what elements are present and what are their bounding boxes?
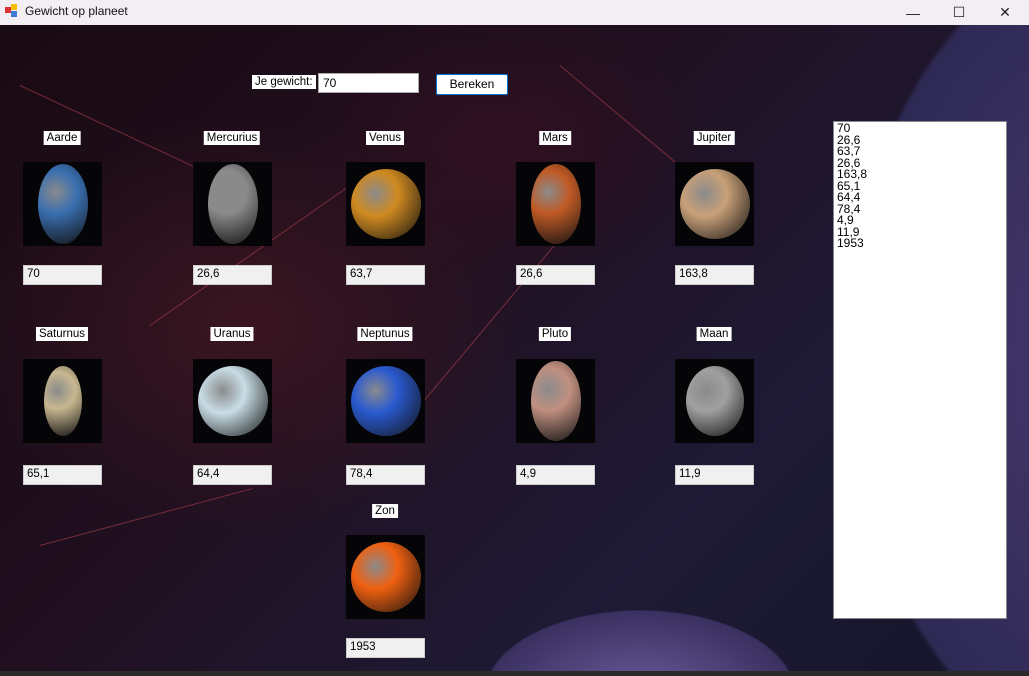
weight-input[interactable]: 70 [318, 73, 419, 93]
weight-output-mars[interactable]: 26,6 [516, 265, 595, 285]
maan-icon [685, 366, 744, 436]
results-listbox[interactable]: 70 26,6 63,7 26,6 163,8 65,1 64,4 78,4 4,9 11,9 19… [833, 121, 1007, 619]
planet-label-mars: Mars [539, 131, 571, 145]
list-item[interactable]: 26,6 [837, 134, 1003, 147]
weight-output-pluto[interactable]: 4,9 [516, 465, 595, 485]
list-item[interactable]: 63,7 [837, 145, 1003, 158]
weight-output-uranus[interactable]: 64,4 [193, 465, 272, 485]
mars-icon [530, 164, 581, 244]
planet-label-saturnus: Saturnus [35, 327, 89, 341]
list-item[interactable]: 4,9 [837, 214, 1003, 227]
minimize-button[interactable]: — [890, 0, 936, 25]
planet-image-mercurius [193, 162, 272, 246]
app-icon [5, 4, 19, 18]
taskbar-edge [0, 671, 1029, 676]
planet-label-pluto: Pluto [538, 327, 572, 341]
background-streak [39, 488, 253, 546]
weight-label: Je gewicht: [252, 75, 316, 89]
planet-image-venus [346, 162, 425, 246]
weight-output-neptunus[interactable]: 78,4 [346, 465, 425, 485]
planet-label-jupiter: Jupiter [693, 131, 735, 145]
planet-image-aarde [23, 162, 102, 246]
window-title: Gewicht op planeet [25, 4, 128, 18]
weight-output-mercurius[interactable]: 26,6 [193, 265, 272, 285]
title-bar: Gewicht op planeet — ☐ ✕ [0, 0, 1029, 25]
planet-image-uranus [193, 359, 272, 443]
venus-icon [350, 169, 421, 239]
close-button[interactable]: ✕ [982, 0, 1028, 25]
planet-label-aarde: Aarde [43, 131, 81, 145]
weight-output-aarde[interactable]: 70 [23, 265, 102, 285]
background-streak [19, 85, 202, 171]
planet-image-jupiter [675, 162, 754, 246]
weight-output-maan[interactable]: 11,9 [675, 465, 754, 485]
planet-label-venus: Venus [366, 131, 404, 145]
aarde-icon [37, 164, 88, 244]
saturnus-icon [43, 366, 82, 436]
neptunus-icon [350, 366, 421, 436]
planet-image-saturnus [23, 359, 102, 443]
weight-output-saturnus[interactable]: 65,1 [23, 465, 102, 485]
planet-image-neptunus [346, 359, 425, 443]
list-item[interactable]: 163,8 [837, 168, 1003, 181]
form-client-area: Je gewicht: 70 Bereken Aarde 70 Mercurius 2… [0, 25, 1029, 671]
planet-label-mercurius: Mercurius [203, 131, 261, 145]
pluto-icon [530, 361, 581, 441]
planet-image-mars [516, 162, 595, 246]
jupiter-icon [679, 169, 750, 239]
zon-icon [350, 542, 421, 612]
maximize-button[interactable]: ☐ [936, 0, 982, 25]
list-item[interactable]: 65,1 [837, 180, 1003, 193]
calculate-button[interactable]: Bereken [436, 74, 508, 95]
planet-label-uranus: Uranus [210, 327, 254, 341]
list-item[interactable]: 64,4 [837, 191, 1003, 204]
list-item[interactable]: 1953 [837, 237, 1003, 250]
planet-label-zon: Zon [372, 504, 398, 518]
weight-output-venus[interactable]: 63,7 [346, 265, 425, 285]
uranus-icon [197, 366, 268, 436]
planet-image-pluto [516, 359, 595, 443]
list-item[interactable]: 78,4 [837, 203, 1003, 216]
planet-label-maan: Maan [696, 327, 732, 341]
planet-image-maan [675, 359, 754, 443]
weight-output-jupiter[interactable]: 163,8 [675, 265, 754, 285]
planet-label-neptunus: Neptunus [357, 327, 413, 341]
planet-image-zon [346, 535, 425, 619]
mercurius-icon [207, 164, 258, 244]
list-item[interactable]: 70 [837, 122, 1003, 135]
weight-output-zon[interactable]: 1953 [346, 638, 425, 658]
